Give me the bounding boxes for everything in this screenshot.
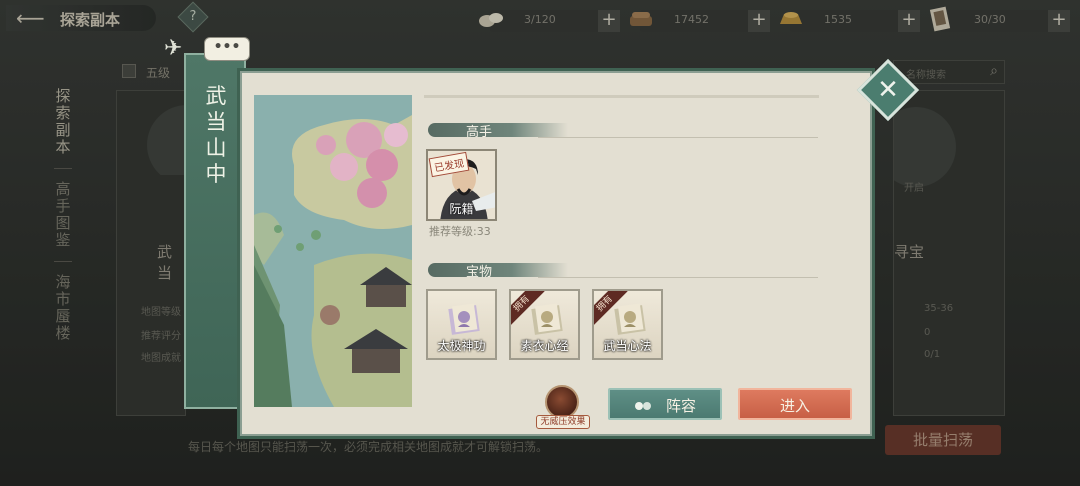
treasure-name: 太极神功 (437, 339, 486, 353)
treasures-header-label: 宝物 (466, 265, 493, 280)
suppression-orb-icon (545, 385, 579, 419)
chat-bubble-icon[interactable]: ••• (204, 37, 250, 61)
martial-manual-icon (448, 303, 480, 335)
master-card-ruanji[interactable]: 已发现 阮籍 (426, 149, 497, 221)
no-suppression-label: 无威压效果 (536, 415, 590, 429)
swallow-icon: ✈ (164, 36, 183, 61)
location-title: 武当山中 (205, 84, 227, 186)
master-name: 阮籍 (449, 202, 474, 216)
no-suppression-badge[interactable]: 无威压效果 (536, 385, 590, 431)
treasure-name: 素衣心经 (520, 339, 569, 353)
recommended-level: 推荐等级:33 (429, 225, 491, 238)
treasure-card-taiji[interactable]: 太极神功 (426, 289, 497, 360)
panel-divider (424, 95, 819, 98)
treasure-name: 武当心法 (603, 339, 652, 353)
lineup-label: 阵容 (665, 397, 696, 415)
location-banner: 武当山中 (184, 53, 246, 409)
martial-manual-icon (531, 303, 563, 335)
section-rule (538, 277, 818, 278)
location-map-image (254, 95, 412, 407)
masters-header-label: 高手 (466, 125, 493, 140)
martial-manual-icon (614, 303, 646, 335)
enter-button[interactable]: 进入 (738, 388, 852, 420)
section-rule (538, 137, 818, 138)
treasure-card-suyi[interactable]: 拥有 素衣心经 (509, 289, 580, 360)
team-icon (634, 402, 651, 410)
treasure-card-wudang[interactable]: 拥有 武当心法 (592, 289, 663, 360)
close-icon: ✕ (877, 75, 899, 105)
section-bar (428, 123, 568, 137)
section-bar (428, 263, 568, 277)
lineup-button[interactable]: 阵容 (608, 388, 722, 420)
dungeon-detail-panel: 高手 已发现 阮籍 推荐等级:33 宝物 太极神功 拥有 素衣心经 拥有 武当心… (240, 71, 872, 436)
enter-label: 进入 (779, 397, 810, 415)
